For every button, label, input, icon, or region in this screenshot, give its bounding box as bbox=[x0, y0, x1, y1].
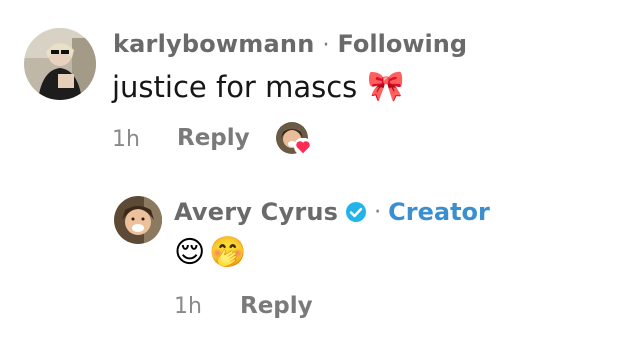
following-label: Following bbox=[337, 30, 467, 58]
reply-body: 😌 🤭 bbox=[174, 238, 247, 268]
comment-timestamp: 1h bbox=[112, 127, 140, 152]
heart-icon bbox=[294, 138, 312, 155]
comment-text: justice for mascs bbox=[112, 70, 358, 104]
comment-reply-button[interactable]: Reply bbox=[177, 125, 250, 151]
relieved-face-emoji: 😌 bbox=[174, 235, 206, 270]
comment-body: justice for mascs 🎀 bbox=[112, 70, 405, 104]
hand-over-mouth-emoji: 🤭 bbox=[209, 235, 247, 270]
verified-badge-icon bbox=[346, 202, 367, 222]
creator-avatar-image bbox=[114, 196, 162, 244]
comment-header: karlybowmann · Following bbox=[113, 30, 467, 58]
creator-username[interactable]: Avery Cyrus bbox=[174, 198, 338, 226]
creator-liked-indicator bbox=[276, 122, 316, 158]
commenter-avatar[interactable] bbox=[24, 28, 96, 100]
reply-header: Avery Cyrus · Creator bbox=[174, 198, 490, 226]
reply-reply-button[interactable]: Reply bbox=[240, 293, 313, 319]
commenter-username[interactable]: karlybowmann bbox=[113, 30, 314, 58]
reply-header-separator: · bbox=[374, 199, 382, 225]
creator-avatar[interactable] bbox=[114, 196, 162, 244]
reply-timestamp: 1h bbox=[174, 294, 202, 319]
creator-badge-label: Creator bbox=[388, 198, 490, 226]
ribbon-emoji: 🎀 bbox=[367, 69, 405, 104]
commenter-avatar-image bbox=[24, 28, 96, 100]
header-separator: · bbox=[322, 33, 330, 58]
